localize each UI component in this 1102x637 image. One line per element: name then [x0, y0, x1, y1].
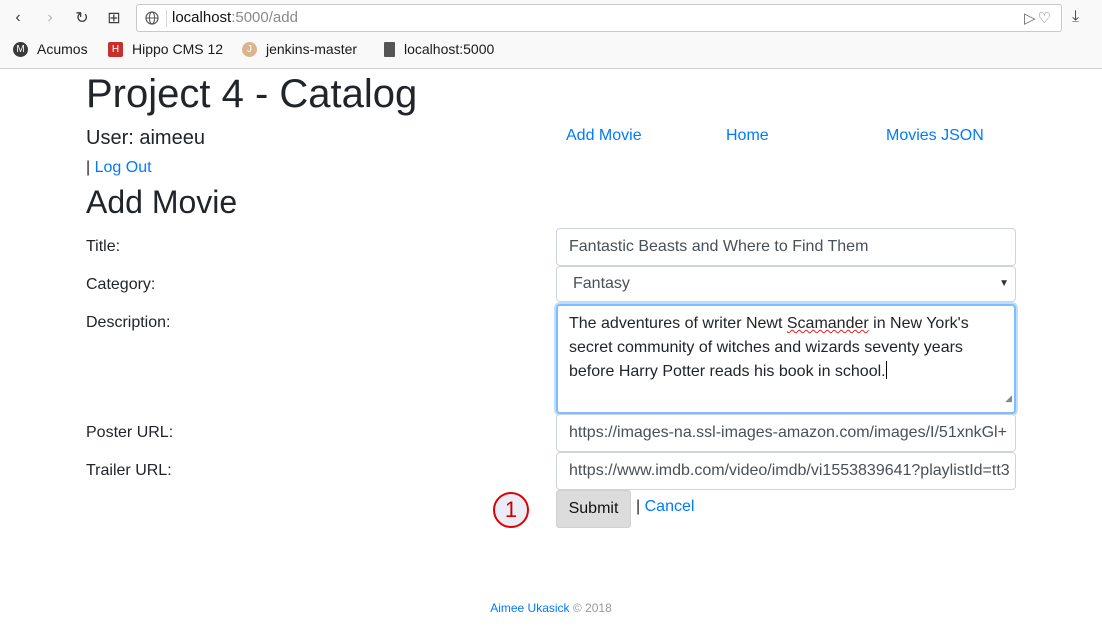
- url-path: :5000/add: [231, 9, 298, 26]
- globe-icon: [145, 11, 159, 25]
- forward-icon[interactable]: ›: [40, 8, 60, 28]
- url-text[interactable]: localhost:5000/add: [172, 9, 298, 26]
- reload-icon[interactable]: ↻: [72, 8, 92, 28]
- author-link[interactable]: Aimee Ukasick: [490, 601, 569, 615]
- url-divider: [166, 10, 167, 27]
- hippo-icon: H: [108, 41, 123, 57]
- description-textarea[interactable]: The adventures of writer Newt Scamander …: [556, 304, 1016, 414]
- bookmark-label: localhost:5000: [404, 41, 495, 57]
- browser-toolbar: ‹ › ↻ ⊞ localhost:5000/add ▷♡ ⤓ M Acumos…: [0, 0, 1102, 69]
- copyright-text: © 2018: [572, 601, 612, 615]
- bookmark-hippo[interactable]: H Hippo CMS 12: [108, 41, 223, 57]
- category-selected: Fantasy: [573, 275, 630, 292]
- bookmark-acumos[interactable]: M Acumos: [13, 41, 88, 57]
- url-host: localhost: [172, 9, 232, 26]
- cancel-row: | Cancel: [636, 498, 694, 516]
- url-actions: ▷♡: [1024, 9, 1053, 27]
- jenkins-icon: J: [242, 41, 257, 57]
- description-text: The adventures of writer Newt: [569, 315, 787, 332]
- logout-link[interactable]: Log Out: [95, 159, 152, 176]
- spellcheck-word: Scamander: [786, 315, 869, 332]
- bookmarks-bar: M Acumos H Hippo CMS 12 J jenkins-master…: [0, 38, 1102, 64]
- nav-movies-json[interactable]: Movies JSON: [886, 127, 984, 145]
- send-icon[interactable]: ▷: [1024, 10, 1038, 27]
- title-label: Title:: [86, 238, 121, 255]
- cancel-link[interactable]: Cancel: [645, 498, 695, 515]
- trailer-label: Trailer URL:: [86, 462, 172, 479]
- address-bar[interactable]: localhost:5000/add ▷♡: [136, 4, 1062, 32]
- submit-button[interactable]: Submit: [556, 490, 631, 528]
- heart-icon[interactable]: ♡: [1038, 10, 1053, 27]
- category-select[interactable]: Fantasy ▼: [556, 266, 1016, 302]
- annotation-marker: 1: [493, 492, 529, 528]
- separator: |: [86, 159, 91, 176]
- poster-url-input[interactable]: https://images-na.ssl-images-amazon.com/…: [556, 414, 1016, 452]
- poster-label: Poster URL:: [86, 424, 174, 441]
- bookmark-localhost[interactable]: localhost:5000: [384, 41, 494, 57]
- logout-row: | Log Out: [86, 159, 152, 177]
- dropdown-arrow-icon: ▼: [999, 278, 1009, 289]
- tabs-grid-icon[interactable]: ⊞: [104, 8, 124, 28]
- separator: |: [636, 498, 641, 515]
- page-icon: [384, 41, 395, 57]
- user-label: User: aimeeu: [86, 127, 205, 149]
- page-title: Project 4 - Catalog: [86, 72, 418, 116]
- title-input[interactable]: Fantastic Beasts and Where to Find Them: [556, 228, 1016, 266]
- footer: Aimee Ukasick © 2018: [0, 601, 1102, 615]
- text-cursor: [885, 361, 887, 379]
- back-icon[interactable]: ‹: [8, 8, 28, 28]
- resize-handle-icon[interactable]: ◢: [1005, 386, 1012, 410]
- download-icon[interactable]: ⤓: [1072, 8, 1079, 26]
- description-label: Description:: [86, 314, 171, 331]
- bookmark-jenkins[interactable]: J jenkins-master: [242, 41, 357, 57]
- page-content: Project 4 - Catalog User: aimeeu Add Mov…: [0, 70, 1102, 637]
- nav-home[interactable]: Home: [726, 127, 769, 145]
- nav-add-movie[interactable]: Add Movie: [566, 127, 642, 145]
- bookmark-label: Acumos: [37, 41, 88, 57]
- bookmark-label: jenkins-master: [266, 41, 358, 57]
- form-heading: Add Movie: [86, 184, 238, 220]
- acumos-icon: M: [13, 41, 28, 57]
- category-label: Category:: [86, 276, 156, 293]
- trailer-url-input[interactable]: https://www.imdb.com/video/imdb/vi155383…: [556, 452, 1016, 490]
- bookmark-label: Hippo CMS 12: [132, 41, 224, 57]
